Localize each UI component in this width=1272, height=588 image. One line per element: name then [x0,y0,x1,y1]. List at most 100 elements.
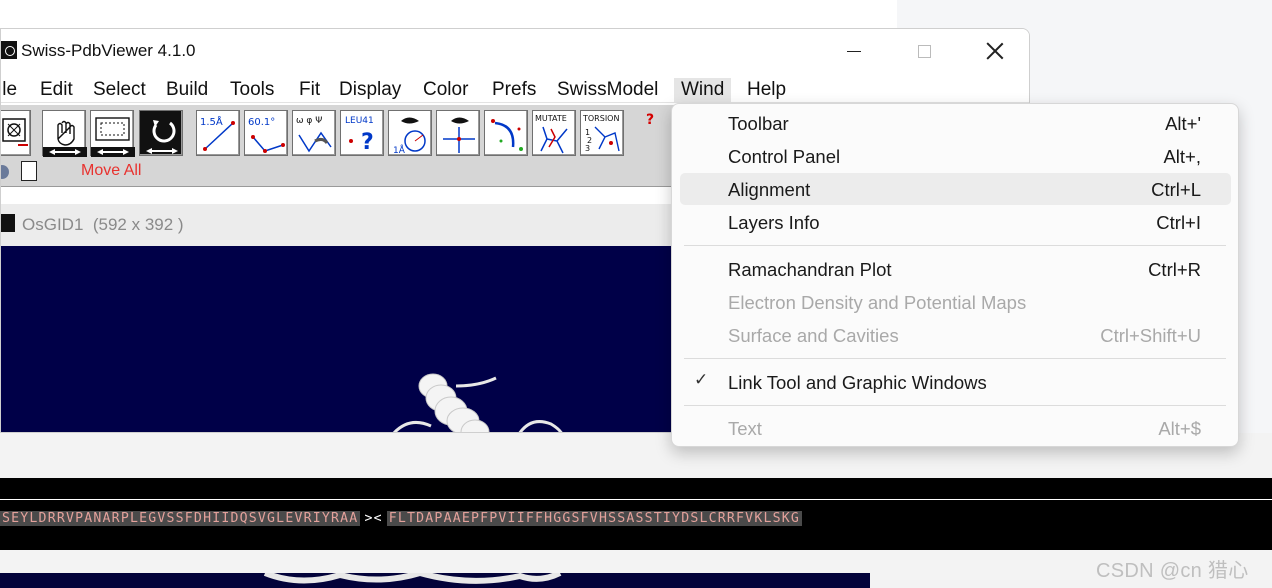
mutate-icon: MUTATE [535,114,568,154]
menu-help[interactable]: Help [747,78,786,102]
menu-item-layers-info[interactable]: Layers Info Ctrl+I [680,206,1231,238]
secondary-viewport [0,573,870,588]
hand-tool-button[interactable] [42,110,87,157]
center-atom-icon [443,117,475,153]
angle-icon: 60.1° [248,117,285,153]
maximize-icon [917,44,931,58]
menu-item-electron-density: Electron Density and Potential Maps [680,286,1231,318]
svg-text:1Å: 1Å [393,144,406,156]
neighbors-icon: 1Å [393,117,426,156]
angle-tool-button[interactable]: 60.1° [244,110,288,156]
document-icon[interactable] [21,161,37,181]
center-atom-tool-button[interactable] [436,110,480,156]
hbond-tool-button[interactable] [484,110,528,156]
rotate-icon [146,120,178,154]
molecule-viewport[interactable] [1,246,681,432]
menu-item-shortcut: Ctrl+Shift+U [1100,325,1201,346]
maximize-button[interactable] [901,35,947,67]
minimize-button[interactable] [831,35,877,67]
menu-item-toolbar[interactable]: Toolbar Alt+' [680,107,1231,139]
menu-build[interactable]: Build [166,78,208,102]
alignment-divider [0,499,1272,500]
menu-item-ramachandran-plot[interactable]: Ramachandran Plot Ctrl+R [680,253,1231,285]
protein-ribbon-render [392,373,563,432]
wind-menu-dropdown: Toolbar Alt+' Control Panel Alt+, Alignm… [671,103,1239,447]
menu-swissmodel[interactable]: SwissModel [557,78,658,102]
sequence-right: FLTDAPAAEPFPVIIFFHGGSFVHSSASSTIYDSLCRRFV… [386,511,803,526]
menu-item-alignment[interactable]: Alignment Ctrl+L [680,173,1231,205]
identify-tool-button[interactable]: LEU41 ? [340,110,384,156]
svg-text:3: 3 [585,144,590,153]
fix-torsion-tool-button[interactable]: TORSION 1 2 3 [580,110,624,156]
zoom-tool-button[interactable] [90,110,135,157]
menu-edit[interactable]: Edit [40,78,73,102]
menu-item-label: Alignment [728,179,811,200]
center-icon [2,118,28,146]
close-icon [986,42,1004,60]
menu-item-shortcut: Ctrl+I [1156,212,1201,233]
title-bar[interactable]: Swiss-PdbViewer 4.1.0 [1,29,1029,74]
watermark: CSDN @cn 猎心 [1096,560,1249,582]
menu-prefs[interactable]: Prefs [492,78,536,102]
mutate-tool-button[interactable]: MUTATE [532,110,576,156]
menu-separator [684,358,1226,359]
secondary-protein-render [263,573,562,584]
menu-bar: ile Edit Select Build Tools Fit Display … [1,75,1029,103]
hand-icon [43,120,87,157]
help-question-icon[interactable]: ? [646,112,654,128]
app-icon [1,41,17,59]
fix-torsion-icon: TORSION 1 2 3 [582,114,620,153]
menu-display[interactable]: Display [339,78,401,102]
menu-item-shortcut: Alt+, [1163,146,1201,167]
distance-icon: 1.5Å [200,115,235,151]
distance-label: 1.5Å [200,115,223,128]
menu-item-shortcut: Alt+' [1165,113,1201,134]
structure-name: OsGID1 [22,215,84,234]
menu-item-label: Ramachandran Plot [728,259,892,280]
svg-text:LEU41: LEU41 [345,116,374,126]
menu-item-text: Text Alt+$ [680,412,1231,444]
svg-text:ω φ Ψ: ω φ Ψ [296,116,322,126]
menu-item-control-panel[interactable]: Control Panel Alt+, [680,140,1231,172]
menu-tools[interactable]: Tools [230,78,274,102]
alignment-sequence[interactable]: SEYLDRRVPANARPLEGVSSFDHIIDQSVGLEVRIYRAA >… [0,509,803,529]
center-tool-button[interactable] [1,110,31,156]
menu-item-label: Electron Density and Potential Maps [728,292,1027,313]
graphic-window-title: OsGID1 (592 x 392 ) [22,215,184,235]
menu-fit[interactable]: Fit [299,78,320,102]
menu-separator [684,245,1226,246]
svg-text:MUTATE: MUTATE [535,114,567,123]
distance-tool-button[interactable]: 1.5Å [196,110,240,156]
menu-select[interactable]: Select [93,78,146,102]
hbond-icon [491,119,523,151]
torsion-angle-icon: ω φ Ψ [296,116,332,153]
svg-text:TORSION: TORSION [582,114,619,123]
viewport-size: (592 x 392 ) [92,215,184,234]
menu-item-label: Surface and Cavities [728,325,899,346]
menu-item-label: Toolbar [728,113,789,134]
globe-icon[interactable] [1,165,9,179]
sequence-gap-marker: >< [364,511,383,526]
menu-item-shortcut: Ctrl+R [1148,259,1201,280]
menu-item-label: Text [728,418,762,439]
menu-item-shortcut: Ctrl+L [1151,179,1201,200]
graphic-window-icon [1,214,15,232]
menu-color[interactable]: Color [423,78,468,102]
menu-item-label: Link Tool and Graphic Windows [728,372,987,393]
torsion-angle-tool-button[interactable]: ω φ Ψ [292,110,336,156]
svg-text:60.1°: 60.1° [248,117,275,128]
menu-item-label: Control Panel [728,146,841,167]
menu-item-label: Layers Info [728,212,820,233]
move-all-label[interactable]: Move All [81,162,141,180]
menu-wind[interactable]: Wind [674,78,732,102]
menu-item-shortcut: Alt+$ [1158,418,1201,439]
menu-item-link-tool-graphic[interactable]: ✓ Link Tool and Graphic Windows [680,366,1231,398]
checkmark-icon: ✓ [694,370,709,389]
sequence-left: SEYLDRRVPANARPLEGVSSFDHIIDQSVGLEVRIYRAA [0,511,361,526]
rotate-tool-button[interactable] [139,110,183,156]
menu-separator [684,405,1226,406]
neighbors-tool-button[interactable]: 1Å [388,110,432,156]
close-button[interactable] [972,35,1018,67]
svg-text:?: ? [361,130,374,155]
menu-file[interactable]: ile [1,78,17,102]
